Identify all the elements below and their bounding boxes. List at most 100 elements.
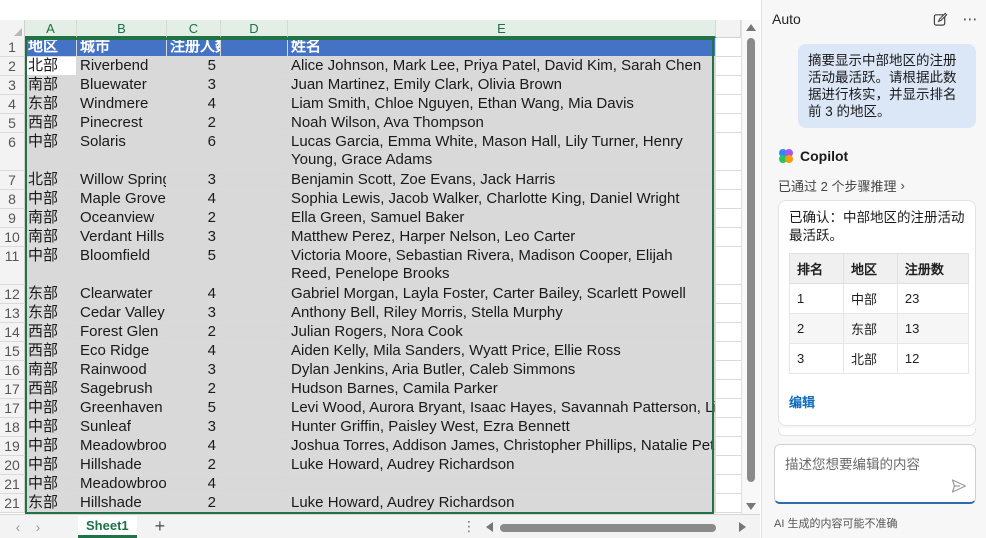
- cell-count[interactable]: 5: [167, 57, 221, 75]
- cell-empty[interactable]: [716, 456, 741, 474]
- cell-region[interactable]: 中部: [25, 399, 77, 417]
- cell-blank[interactable]: [221, 494, 288, 512]
- cell-names[interactable]: Gabriel Morgan, Layla Foster, Carter Bai…: [288, 285, 716, 303]
- cell-blank[interactable]: [221, 399, 288, 417]
- cell-city[interactable]: Sunleaf: [77, 418, 167, 436]
- cell-city[interactable]: Windmere: [77, 95, 167, 113]
- cell-names[interactable]: Juan Martinez, Emily Clark, Olivia Brown: [288, 76, 716, 94]
- cell-region[interactable]: 北部: [25, 57, 77, 75]
- cell-city[interactable]: Clearwater: [77, 285, 167, 303]
- cell-names[interactable]: Luke Howard, Audrey Richardson: [288, 494, 716, 512]
- cell-blank[interactable]: [221, 380, 288, 398]
- cell-region[interactable]: 西部: [25, 342, 77, 360]
- cell-blank[interactable]: [221, 437, 288, 455]
- row-header[interactable]: 3: [0, 76, 25, 94]
- cell-count[interactable]: 5: [167, 399, 221, 417]
- row-header[interactable]: 8: [0, 190, 25, 208]
- cell-count[interactable]: 2: [167, 380, 221, 398]
- row-header[interactable]: 4: [0, 95, 25, 113]
- row-header[interactable]: 10: [0, 228, 25, 246]
- column-header-c[interactable]: C: [167, 20, 221, 38]
- cell-city[interactable]: Hillshade: [77, 494, 167, 512]
- cell-empty[interactable]: [716, 209, 741, 227]
- cell-city[interactable]: Rainwood: [77, 361, 167, 379]
- cell-city[interactable]: Hillshade: [77, 456, 167, 474]
- cell-count[interactable]: 2: [167, 323, 221, 341]
- row-header[interactable]: 9: [0, 209, 25, 227]
- cell-count[interactable]: 3: [167, 361, 221, 379]
- cell-city[interactable]: Bluewater: [77, 76, 167, 94]
- cell-city[interactable]: Greenhaven: [77, 399, 167, 417]
- cell-region[interactable]: 西部: [25, 380, 77, 398]
- chevron-left-icon[interactable]: ‹: [8, 519, 28, 535]
- cell-count[interactable]: 4: [167, 342, 221, 360]
- cell-count[interactable]: 3: [167, 76, 221, 94]
- header-cell-city[interactable]: 城市: [77, 38, 167, 56]
- cell-names[interactable]: Lucas Garcia, Emma White, Mason Hall, Li…: [288, 133, 716, 170]
- prompt-input[interactable]: 描述您想要编辑的内容: [774, 444, 976, 504]
- cell-blank[interactable]: [221, 361, 288, 379]
- cell-names[interactable]: Victoria Moore, Sebastian Rivera, Madiso…: [288, 247, 716, 284]
- cell-city[interactable]: Cedar Valley: [77, 304, 167, 322]
- cell-region[interactable]: 东部: [25, 285, 77, 303]
- cell-blank[interactable]: [221, 209, 288, 227]
- cell-city[interactable]: Solaris: [77, 133, 167, 170]
- cell-empty[interactable]: [716, 418, 741, 436]
- cell-region[interactable]: 中部: [25, 247, 77, 284]
- cell-blank[interactable]: [221, 228, 288, 246]
- cell-empty[interactable]: [716, 380, 741, 398]
- cell-region[interactable]: 南部: [25, 76, 77, 94]
- cell-blank[interactable]: [221, 171, 288, 189]
- cell-region[interactable]: 南部: [25, 228, 77, 246]
- cell-blank[interactable]: [221, 323, 288, 341]
- cell-names[interactable]: Julian Rogers, Nora Cook: [288, 323, 716, 341]
- cell-empty[interactable]: [716, 323, 741, 341]
- cell-region[interactable]: 中部: [25, 418, 77, 436]
- cell-count[interactable]: 3: [167, 304, 221, 322]
- cell-city[interactable]: Pinecrest: [77, 114, 167, 132]
- cell-count[interactable]: 4: [167, 190, 221, 208]
- cell-empty[interactable]: [716, 437, 741, 455]
- scroll-down-icon[interactable]: [746, 503, 756, 510]
- cell-empty[interactable]: [716, 190, 741, 208]
- row-header[interactable]: 11: [0, 247, 25, 284]
- cell-empty[interactable]: [716, 76, 741, 94]
- select-all-corner[interactable]: [0, 20, 25, 38]
- row-header[interactable]: 17: [0, 380, 25, 398]
- cell-count[interactable]: 5: [167, 247, 221, 284]
- scroll-right-icon[interactable]: [739, 521, 746, 532]
- scroll-up-icon[interactable]: [746, 24, 756, 31]
- cell-region[interactable]: 南部: [25, 361, 77, 379]
- cell-count[interactable]: 6: [167, 133, 221, 170]
- column-header-e[interactable]: E: [288, 20, 716, 38]
- cell-names[interactable]: Luke Howard, Audrey Richardson: [288, 456, 716, 474]
- more-icon[interactable]: ⋯: [962, 11, 978, 28]
- cell-region[interactable]: 西部: [25, 323, 77, 341]
- row-header[interactable]: 20: [0, 456, 25, 474]
- cell-region[interactable]: 东部: [25, 304, 77, 322]
- row-header[interactable]: 16: [0, 361, 25, 379]
- cell-city[interactable]: Riverbend: [77, 57, 167, 75]
- cell-blank[interactable]: [221, 247, 288, 284]
- cell-names[interactable]: Aiden Kelly, Mila Sanders, Wyatt Price, …: [288, 342, 716, 360]
- row-header[interactable]: 14: [0, 323, 25, 341]
- cell-blank[interactable]: [221, 342, 288, 360]
- cell-names[interactable]: [288, 475, 716, 493]
- column-header-b[interactable]: B: [77, 20, 167, 38]
- cell-names[interactable]: Dylan Jenkins, Aria Butler, Caleb Simmon…: [288, 361, 716, 379]
- cell-city[interactable]: Willow Spring: [77, 171, 167, 189]
- cell-city[interactable]: Maple Grove: [77, 190, 167, 208]
- cell-region[interactable]: 南部: [25, 209, 77, 227]
- cell-names[interactable]: Ella Green, Samuel Baker: [288, 209, 716, 227]
- cell-count[interactable]: 3: [167, 228, 221, 246]
- cell-empty[interactable]: [716, 285, 741, 303]
- cell-blank[interactable]: [221, 456, 288, 474]
- cell-names[interactable]: Liam Smith, Chloe Nguyen, Ethan Wang, Mi…: [288, 95, 716, 113]
- row-header[interactable]: 6: [0, 133, 25, 170]
- cell-empty[interactable]: [716, 133, 741, 170]
- cell-count[interactable]: 2: [167, 114, 221, 132]
- cell-blank[interactable]: [221, 304, 288, 322]
- column-header-a[interactable]: A: [25, 20, 77, 38]
- row-header[interactable]: 7: [0, 171, 25, 189]
- header-cell-region[interactable]: 地区: [25, 38, 77, 56]
